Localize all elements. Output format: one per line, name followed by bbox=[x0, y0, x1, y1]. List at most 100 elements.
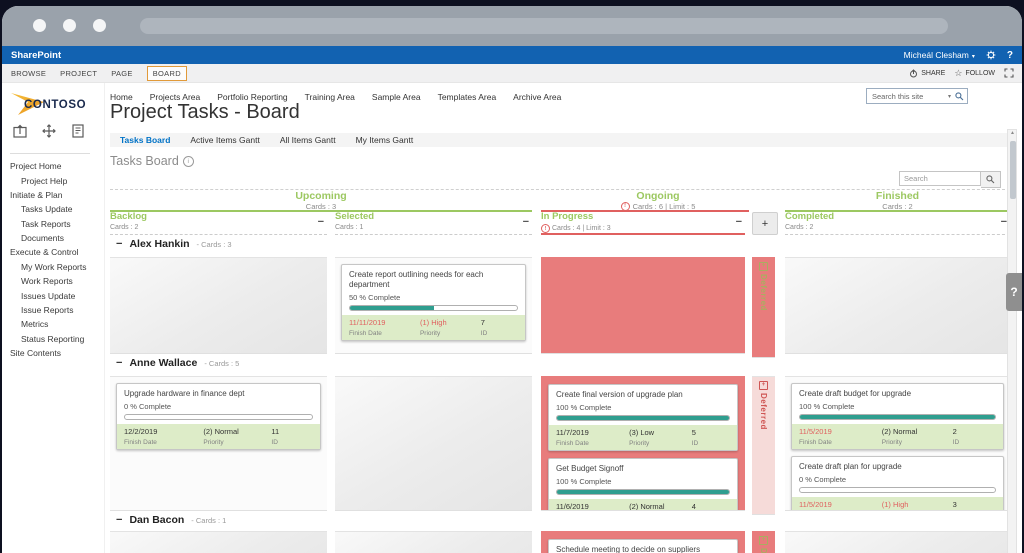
address-bar[interactable] bbox=[140, 18, 948, 34]
card-percent-complete: 0 % Complete bbox=[124, 402, 172, 411]
scrollbar-thumb[interactable] bbox=[1010, 141, 1016, 199]
sidebar-item-execute-control[interactable]: Execute & Control bbox=[2, 245, 104, 259]
task-card[interactable]: Upgrade hardware in finance dept 0 % Comp… bbox=[116, 383, 321, 450]
page-tab-all-items-gantt[interactable]: All Items Gantt bbox=[270, 133, 346, 147]
info-icon[interactable]: i bbox=[182, 155, 194, 167]
cell-selected: Create report outlining needs for each d… bbox=[335, 257, 532, 354]
ribbon: BROWSE PROJECT PAGE BOARD SHARE ☆ FOLLOW bbox=[2, 64, 1022, 83]
nav-link-sample-area[interactable]: Sample Area bbox=[372, 92, 421, 102]
ribbon-tab-project[interactable]: PROJECT bbox=[60, 69, 97, 78]
share-button[interactable]: SHARE bbox=[909, 68, 945, 78]
ribbon-tab-board[interactable]: BOARD bbox=[146, 65, 187, 81]
expand-icon: + bbox=[759, 381, 768, 390]
collapse-lane-button[interactable]: − bbox=[116, 238, 122, 250]
card-progress-bar bbox=[349, 305, 518, 311]
section-header-finished: Finished Cards : 2 bbox=[785, 191, 1010, 212]
help-button[interactable]: ? bbox=[1007, 50, 1013, 61]
focus-icon bbox=[1004, 68, 1014, 78]
sidebar-item-tasks-update[interactable]: Tasks Update bbox=[2, 202, 104, 216]
page-content: Project Home Project Help Initiate & Plan T… bbox=[2, 83, 1022, 553]
share-icon bbox=[910, 68, 918, 77]
sidebar-item-documents[interactable]: Documents bbox=[2, 231, 104, 245]
ribbon-tab-page[interactable]: PAGE bbox=[111, 69, 132, 78]
sidebar-item-metrics[interactable]: Metrics bbox=[2, 317, 104, 331]
column-count: ! Cards : 4 | Limit : 3 bbox=[541, 224, 745, 233]
page-tabs: Tasks Board Active Items Gantt All Items G… bbox=[110, 133, 1010, 147]
column-count: Cards : 2 bbox=[785, 224, 1010, 231]
board-search-input[interactable] bbox=[899, 171, 981, 186]
card-id: 3 bbox=[952, 500, 957, 509]
search-icon bbox=[986, 175, 995, 184]
window-control-dot[interactable] bbox=[33, 19, 46, 32]
sidebar-item-issues-update[interactable]: Issues Update bbox=[2, 288, 104, 302]
section-name: Upcoming bbox=[295, 190, 347, 202]
sidebar-item-project-home[interactable]: Project Home bbox=[2, 159, 104, 173]
deferred-collapsed-column[interactable]: + Deferred bbox=[752, 257, 775, 358]
collapse-lane-button[interactable]: − bbox=[116, 514, 122, 526]
follow-button[interactable]: ☆ FOLLOW bbox=[954, 69, 995, 78]
collapse-column-button[interactable]: − bbox=[736, 217, 742, 228]
page-icon[interactable] bbox=[70, 123, 86, 139]
card-footer-label: ID bbox=[480, 330, 488, 337]
search-scope-caret[interactable]: ▾ bbox=[948, 93, 951, 100]
settings-gear-icon[interactable] bbox=[986, 50, 996, 60]
collapse-column-button[interactable]: − bbox=[318, 217, 324, 228]
task-card[interactable]: Get Budget Signoff 100 % Complete 11/6/201… bbox=[548, 458, 738, 510]
sidebar-item-my-work-reports[interactable]: My Work Reports bbox=[2, 260, 104, 274]
card-finish-date: 11/11/2019 bbox=[349, 318, 386, 327]
page-tab-tasks-board[interactable]: Tasks Board bbox=[110, 133, 180, 147]
ribbon-tab-browse[interactable]: BROWSE bbox=[11, 69, 46, 78]
search-icon[interactable] bbox=[955, 91, 964, 101]
sidebar-item-site-contents[interactable]: Site Contents bbox=[2, 346, 104, 360]
board-heading: Tasks Board i bbox=[110, 154, 194, 168]
task-card[interactable]: Create draft budget for upgrade 100 % Com… bbox=[791, 383, 1004, 450]
card-finish-date: 11/5/2019 bbox=[799, 500, 832, 509]
window-control-dot[interactable] bbox=[93, 19, 106, 32]
suite-brand[interactable]: SharePoint bbox=[11, 50, 61, 61]
cell-selected bbox=[335, 531, 532, 553]
card-footer: 11/5/2019 (2) Normal 2 Finish Date Priority I… bbox=[792, 424, 1003, 449]
collapse-column-button[interactable]: − bbox=[523, 217, 529, 228]
deferred-collapsed-column[interactable]: + Deferred bbox=[752, 376, 775, 515]
expand-deferred-button[interactable]: + bbox=[752, 212, 778, 235]
nav-link-training-area[interactable]: Training Area bbox=[305, 92, 355, 102]
page-tab-active-items-gantt[interactable]: Active Items Gantt bbox=[180, 133, 269, 147]
site-search-input[interactable] bbox=[870, 90, 945, 102]
browser-chrome bbox=[2, 6, 1022, 46]
nav-link-templates-area[interactable]: Templates Area bbox=[438, 92, 497, 102]
task-card[interactable]: Create draft plan for upgrade 0 % Complet… bbox=[791, 456, 1004, 510]
move-icon[interactable] bbox=[41, 123, 57, 139]
sidebar-item-initiate-plan[interactable]: Initiate & Plan bbox=[2, 188, 104, 202]
ribbon-actions: SHARE ☆ FOLLOW bbox=[909, 68, 1014, 78]
column-count: Cards : 2 bbox=[110, 224, 327, 231]
nav-link-archive-area[interactable]: Archive Area bbox=[513, 92, 561, 102]
task-card[interactable]: Create report outlining needs for each d… bbox=[341, 264, 526, 341]
user-menu[interactable]: Micheál Clesham ▾ bbox=[904, 50, 975, 60]
suite-actions: Micheál Clesham ▾ ? bbox=[904, 50, 1013, 61]
deferred-collapsed-column[interactable]: + Deferred bbox=[752, 531, 775, 553]
focus-mode-button[interactable] bbox=[1004, 68, 1014, 78]
page-tab-my-items-gantt[interactable]: My Items Gantt bbox=[346, 133, 424, 147]
card-priority: (2) Normal bbox=[203, 427, 239, 436]
board-search-button[interactable] bbox=[981, 171, 1001, 188]
card-footer-label: ID bbox=[952, 439, 960, 446]
help-tab[interactable]: ? bbox=[1006, 273, 1022, 311]
card-percent-complete: 0 % Complete bbox=[799, 475, 847, 484]
card-title: Schedule meeting to decide on suppliers bbox=[556, 545, 701, 553]
task-card[interactable]: Schedule meeting to decide on suppliers bbox=[548, 539, 738, 553]
browser-window: SharePoint Micheál Clesham ▾ ? BROWSE PROJ… bbox=[2, 6, 1022, 553]
sidebar-item-status-reporting[interactable]: Status Reporting bbox=[2, 332, 104, 346]
window-control-dot[interactable] bbox=[63, 19, 76, 32]
contoso-logo[interactable]: CONTOSO bbox=[8, 87, 103, 117]
sidebar-item-project-help[interactable]: Project Help bbox=[2, 173, 104, 187]
sidebar-item-task-reports[interactable]: Task Reports bbox=[2, 217, 104, 231]
promote-icon[interactable] bbox=[12, 123, 28, 139]
task-card[interactable]: Create final version of upgrade plan 100 … bbox=[548, 384, 738, 451]
collapse-lane-button[interactable]: − bbox=[116, 357, 122, 369]
logo-text: CONTOSO bbox=[24, 99, 86, 111]
scrollbar-up-arrow[interactable]: ▲ bbox=[1009, 130, 1016, 136]
card-progress-fill bbox=[350, 306, 434, 310]
sidebar-item-work-reports[interactable]: Work Reports bbox=[2, 274, 104, 288]
board: Upcoming Cards : 3 Ongoing! Cards : 6 | Lim… bbox=[110, 189, 1010, 553]
sidebar-item-issue-reports[interactable]: Issue Reports bbox=[2, 303, 104, 317]
